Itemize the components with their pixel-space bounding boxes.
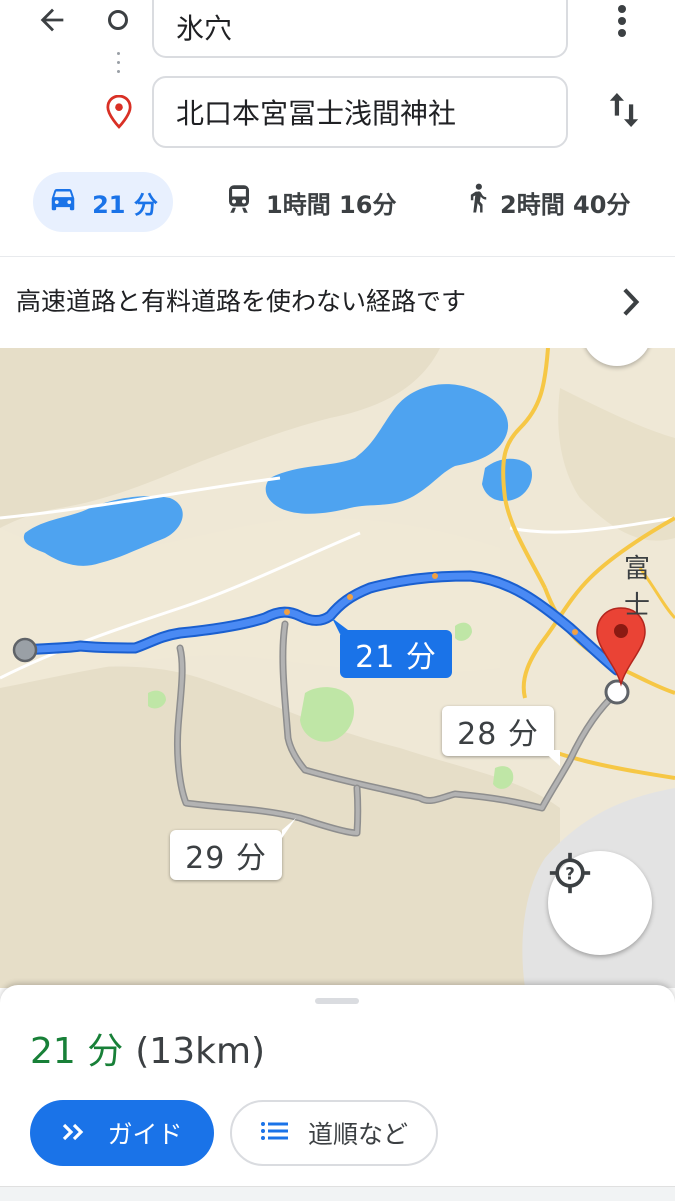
more-vert-icon	[616, 3, 628, 43]
destination-input[interactable]: 北口本宮冨士浅間神社	[152, 76, 568, 148]
traffic-marker	[347, 594, 353, 600]
mode-transit-label: 1時間 16分	[266, 190, 397, 219]
back-button[interactable]	[28, 0, 76, 44]
lake	[482, 458, 532, 502]
destination-marker-base	[604, 679, 630, 705]
route-time-main-text: 21 分	[355, 640, 437, 675]
mode-walk-tab[interactable]: 2時間 40分	[464, 172, 630, 232]
chevron-right-icon[interactable]	[616, 284, 646, 320]
arrow-back-icon	[35, 3, 69, 41]
traffic-marker	[284, 609, 290, 615]
start-guide-label: ガイド	[107, 1120, 183, 1149]
destination-pin-dot	[614, 624, 628, 638]
sheet-drag-handle[interactable]	[315, 998, 359, 1004]
directions-header: 氷穴 北口本宮冨士浅間神社 21 分 1時間 16分 2時間 40分	[0, 0, 675, 256]
my-location-button[interactable]: ?	[548, 851, 652, 955]
list-icon	[260, 1119, 290, 1148]
navigation-chevrons-icon	[61, 1119, 87, 1148]
traffic-marker	[432, 573, 438, 579]
route-summary-sheet	[0, 985, 675, 1200]
car-icon	[48, 186, 78, 218]
route-notice-text: 高速道路と有料道路を使わない経路です	[16, 287, 467, 316]
swap-button[interactable]	[600, 88, 648, 136]
origin-marker	[12, 637, 38, 663]
mode-transit-tab[interactable]: 1時間 16分	[226, 172, 396, 232]
route-summary: 21 分 (13km)	[30, 1022, 265, 1074]
origin-circle-icon	[108, 10, 128, 30]
route-duration: 21 分	[30, 1031, 124, 1072]
swap-vert-icon	[607, 90, 641, 134]
route-connector-dots	[117, 52, 121, 82]
mode-drive-label: 21 分	[92, 190, 158, 219]
route-time-alt2-text: 29 分	[185, 841, 267, 876]
route-time-label-alt1[interactable]: 28 分	[442, 706, 554, 756]
start-guide-button[interactable]: ガイド	[30, 1100, 214, 1166]
steps-button[interactable]: 道順など	[230, 1100, 438, 1166]
train-icon	[226, 184, 252, 220]
bottom-edge	[0, 1186, 675, 1201]
destination-pin-icon	[106, 94, 132, 129]
route-time-alt1-text: 28 分	[457, 717, 539, 752]
walk-icon	[464, 183, 490, 221]
route-time-label-alt2[interactable]: 29 分	[170, 830, 282, 880]
route-map[interactable]: 富士 21 分 28 分 29 分 ?	[0, 348, 675, 988]
map-place-label: 富士	[624, 554, 651, 621]
traffic-marker	[572, 629, 578, 635]
mode-walk-label: 2時間 40分	[500, 190, 631, 219]
origin-input[interactable]: 氷穴	[152, 0, 568, 58]
route-time-label-main[interactable]: 21 分	[340, 630, 452, 678]
steps-label: 道順など	[307, 1120, 408, 1149]
route-label-pointer	[542, 750, 560, 766]
svg-text:?: ?	[565, 864, 575, 883]
hill-area	[558, 388, 675, 541]
route-distance: (13km)	[135, 1031, 266, 1072]
route-label-pointer	[282, 818, 296, 838]
more-options-button[interactable]	[600, 2, 644, 44]
route-label-pointer	[332, 618, 348, 634]
mode-drive-tab[interactable]: 21 分	[33, 172, 173, 232]
